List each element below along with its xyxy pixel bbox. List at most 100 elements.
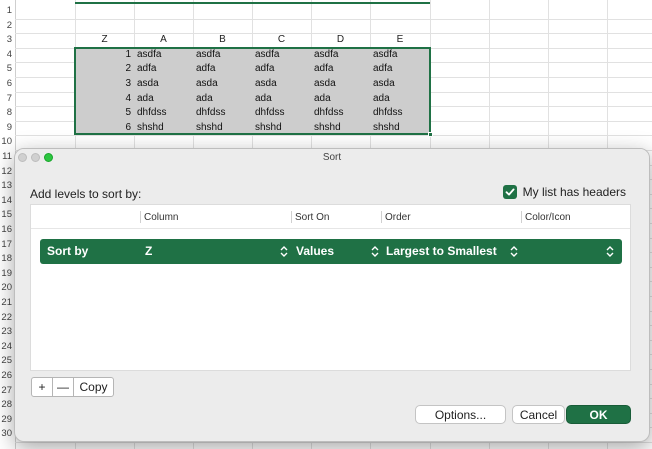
row-number[interactable]: 26 [0, 369, 15, 384]
sort-level-row[interactable]: Sort by Z Values Largest to Smallest [40, 239, 622, 264]
up-down-chevron-icon[interactable] [606, 245, 614, 258]
up-down-chevron-icon[interactable] [371, 245, 379, 258]
add-levels-label: Add levels to sort by: [30, 187, 142, 201]
table-cell[interactable]: ada [193, 92, 252, 107]
table-cell[interactable]: asda [193, 77, 252, 92]
checkmark-icon [505, 188, 515, 196]
row-number[interactable]: 11 [0, 150, 15, 165]
cancel-button[interactable]: Cancel [512, 405, 565, 424]
row-number[interactable]: 24 [0, 340, 15, 355]
column-header-color-icon: Color/Icon [525, 212, 571, 223]
add-level-button[interactable]: + [32, 378, 53, 396]
table-cell[interactable]: 3 [75, 77, 134, 92]
table-cell[interactable]: 2 [75, 62, 134, 77]
row-number[interactable]: 2 [0, 19, 15, 34]
column-selection-border [75, 2, 430, 4]
table-cell[interactable]: asda [134, 77, 193, 92]
row-number[interactable]: 19 [0, 267, 15, 282]
row-number[interactable]: 12 [0, 165, 15, 180]
up-down-chevron-icon[interactable] [280, 245, 288, 258]
up-down-chevron-icon[interactable] [510, 245, 518, 258]
row-number[interactable]: 3 [0, 33, 15, 48]
grid-row-line [15, 135, 652, 137]
row-number[interactable]: 8 [0, 106, 15, 121]
table-cell[interactable]: asdfa [134, 48, 193, 63]
row-number[interactable]: 10 [0, 135, 15, 150]
row-number[interactable]: 28 [0, 398, 15, 413]
ok-button[interactable]: OK [566, 405, 631, 424]
table-cell[interactable]: asdfa [252, 48, 311, 63]
table-cell[interactable]: shshd [134, 121, 193, 136]
header-cell[interactable]: C [252, 33, 311, 47]
table-cell[interactable]: adfa [311, 62, 370, 77]
row-number[interactable]: 15 [0, 208, 15, 223]
header-cell[interactable]: A [134, 33, 193, 47]
headers-checkbox-label: My list has headers [522, 185, 626, 199]
table-cell[interactable]: ada [252, 92, 311, 107]
row-number[interactable]: 17 [0, 238, 15, 253]
table-cell[interactable]: ada [134, 92, 193, 107]
column-select[interactable]: Z [145, 239, 152, 264]
row-number[interactable]: 18 [0, 252, 15, 267]
row-number[interactable]: 29 [0, 413, 15, 428]
row-number[interactable]: 25 [0, 354, 15, 369]
table-cell[interactable]: shshd [370, 121, 430, 136]
row-number[interactable]: 22 [0, 311, 15, 326]
header-cell[interactable]: E [370, 33, 430, 47]
table-cell[interactable]: adfa [252, 62, 311, 77]
row-number[interactable]: 23 [0, 325, 15, 340]
column-header-order: Order [385, 212, 411, 223]
table-cell[interactable]: 4 [75, 92, 134, 107]
row-number[interactable]: 7 [0, 92, 15, 107]
remove-level-button[interactable]: — [53, 378, 74, 396]
table-cell[interactable]: adfa [370, 62, 430, 77]
row-number[interactable]: 30 [0, 427, 15, 442]
table-cell[interactable]: dhfdss [134, 106, 193, 121]
row-number[interactable]: 27 [0, 384, 15, 399]
table-cell[interactable]: asdfa [370, 48, 430, 63]
options-button[interactable]: Options... [415, 405, 506, 424]
dialog-titlebar: Sort [15, 149, 649, 169]
table-cell[interactable]: 6 [75, 121, 134, 136]
header-cell[interactable]: Z [75, 33, 134, 47]
table-cell[interactable]: 1 [75, 48, 134, 63]
headers-checkbox[interactable] [502, 185, 517, 199]
row-number[interactable]: 1 [0, 4, 15, 19]
row-number[interactable]: 20 [0, 281, 15, 296]
headers-checkbox-row[interactable]: My list has headers [502, 185, 626, 199]
table-cell[interactable]: dhfdss [311, 106, 370, 121]
table-cell[interactable]: asda [252, 77, 311, 92]
row-number[interactable]: 6 [0, 77, 15, 92]
row-number[interactable]: 5 [0, 62, 15, 77]
table-cell[interactable]: shshd [193, 121, 252, 136]
sort-on-select[interactable]: Values [296, 239, 334, 264]
sort-dialog: Sort Add levels to sort by: My list has … [14, 148, 650, 442]
row-number[interactable]: 21 [0, 296, 15, 311]
column-header-column: Column [144, 212, 179, 223]
header-cell[interactable]: B [193, 33, 252, 47]
table-cell[interactable]: asdfa [193, 48, 252, 63]
grid-row-line [15, 18, 652, 20]
table-cell[interactable]: shshd [311, 121, 370, 136]
table-cell[interactable]: dhfdss [193, 106, 252, 121]
row-number[interactable]: 13 [0, 179, 15, 194]
copy-level-button[interactable]: Copy [74, 378, 113, 396]
order-select[interactable]: Largest to Smallest [386, 239, 497, 264]
table-cell[interactable]: adfa [193, 62, 252, 77]
table-cell[interactable]: 5 [75, 106, 134, 121]
table-cell[interactable]: ada [311, 92, 370, 107]
row-number[interactable]: 4 [0, 48, 15, 63]
table-cell[interactable]: asdfa [311, 48, 370, 63]
table-cell[interactable]: asda [311, 77, 370, 92]
dialog-title: Sort [322, 152, 342, 163]
row-number[interactable]: 9 [0, 121, 15, 136]
row-number[interactable]: 14 [0, 194, 15, 209]
table-cell[interactable]: dhfdss [252, 106, 311, 121]
table-cell[interactable]: adfa [134, 62, 193, 77]
header-cell[interactable]: D [311, 33, 370, 47]
table-cell[interactable]: shshd [252, 121, 311, 136]
table-cell[interactable]: asda [370, 77, 430, 92]
table-cell[interactable]: dhfdss [370, 106, 430, 121]
table-cell[interactable]: ada [370, 92, 430, 107]
row-number[interactable]: 16 [0, 223, 15, 238]
